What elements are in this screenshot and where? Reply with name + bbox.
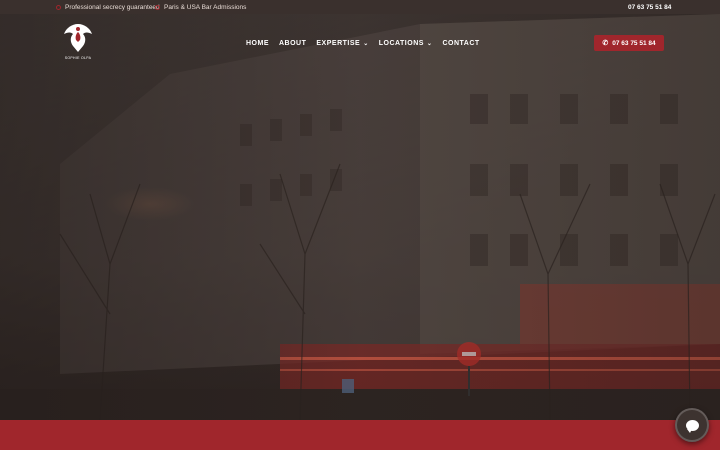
site-logo[interactable]: SOPHIE OLPA	[60, 20, 96, 64]
nav-locations-label[interactable]: LOCATIONS	[379, 40, 424, 47]
call-button[interactable]: ✆ 07 63 75 51 84	[594, 35, 664, 51]
chat-icon[interactable]	[685, 419, 699, 433]
logo-text: SOPHIE OLPA	[64, 56, 92, 60]
bottom-red-band	[0, 420, 720, 450]
nav-about[interactable]: ABOUT	[279, 38, 306, 48]
chevron-down-icon[interactable]: ⌄	[363, 40, 369, 47]
scale-icon	[155, 4, 160, 10]
secrecy-notice: Professional secrecy guaranteed	[56, 0, 160, 14]
chat-widget-button[interactable]	[675, 408, 709, 442]
admissions-notice: Paris & USA Bar Admissions	[155, 0, 246, 14]
topbar-phone-link[interactable]: 07 63 75 51 84	[628, 0, 671, 14]
eagle-logo-icon	[64, 24, 92, 52]
hero-overlay	[0, 14, 720, 420]
phone-icon[interactable]: ✆	[602, 39, 608, 47]
lock-icon	[56, 4, 61, 10]
top-bar: Professional secrecy guaranteed Paris & …	[0, 0, 720, 14]
secrecy-text: Professional secrecy guaranteed	[65, 3, 160, 11]
nav-contact[interactable]: CONTACT	[442, 38, 479, 48]
topbar-phone-text[interactable]: 07 63 75 51 84	[628, 4, 671, 11]
admissions-text: Paris & USA Bar Admissions	[164, 3, 247, 11]
nav-contact-label[interactable]: CONTACT	[442, 40, 479, 47]
nav-home[interactable]: HOME	[246, 38, 269, 48]
nav-about-label[interactable]: ABOUT	[279, 40, 306, 47]
hero-section	[0, 14, 720, 420]
chevron-down-icon[interactable]: ⌄	[427, 40, 433, 47]
nav-expertise-label[interactable]: EXPERTISE	[316, 40, 360, 47]
nav-expertise[interactable]: EXPERTISE ⌄	[316, 38, 368, 48]
main-nav: HOME ABOUT EXPERTISE ⌄ LOCATIONS ⌄ CONTACT	[246, 38, 480, 48]
nav-home-label[interactable]: HOME	[246, 40, 269, 47]
nav-locations[interactable]: LOCATIONS ⌄	[379, 38, 433, 48]
call-button-label[interactable]: 07 63 75 51 84	[612, 40, 655, 47]
